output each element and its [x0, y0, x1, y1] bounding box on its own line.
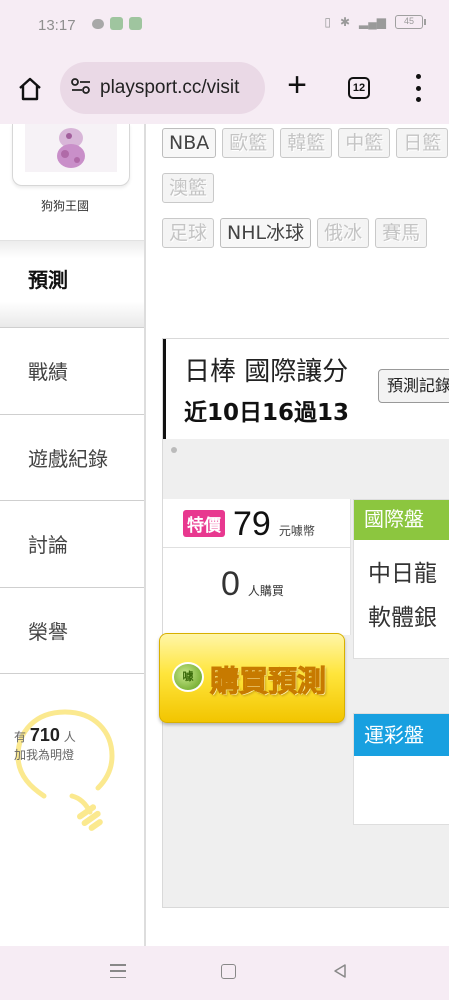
url-text[interactable]: playsport.cc/visit — [100, 77, 239, 99]
plus-icon[interactable]: + — [283, 68, 311, 102]
tag-japan-basketball[interactable]: 日籃 — [396, 128, 449, 158]
system-icons: ▯ ✱ ▂▄▆ 45 — [324, 15, 426, 29]
sidebar-item-label: 榮譽 — [28, 619, 68, 644]
prediction-title: 日棒 國際讓分 — [184, 357, 349, 387]
price-unit: 元噱幣 — [278, 524, 315, 538]
divider — [163, 547, 351, 548]
home-nav-icon[interactable] — [221, 964, 236, 979]
tag-russia-hockey[interactable]: 俄冰 — [317, 218, 370, 248]
tag-soccer[interactable]: 足球 — [162, 218, 215, 248]
home-icon[interactable] — [15, 74, 45, 104]
tag-china-basketball[interactable]: 中籃 — [338, 128, 391, 158]
price-value: 79 — [233, 505, 271, 543]
brand-logo-icon: 噱 — [172, 662, 204, 692]
back-icon[interactable] — [332, 963, 348, 979]
lamp-count[interactable]: 有 710 人 加我為明燈 — [14, 726, 114, 764]
profile-name[interactable]: 狗狗王國 — [0, 197, 130, 214]
more-menu-icon[interactable] — [412, 74, 424, 102]
intl-odds-teams: 中日龍 軟體銀 — [368, 552, 437, 640]
status-time: 13:17 — [38, 17, 76, 34]
intl-odds-card[interactable]: 國際盤 中日龍 軟體銀 — [353, 499, 449, 659]
tag-nhl[interactable]: NHL冰球 — [220, 218, 312, 248]
sidebar-menu: 預測 戰績 遊戲紀錄 討論 榮譽 — [0, 240, 146, 674]
prediction-history-button[interactable]: 預測記錄 — [378, 369, 449, 403]
intl-odds-header: 國際盤 — [354, 500, 449, 540]
sidebar-item-label: 討論 — [28, 533, 68, 558]
prediction-record: 近10日16過13 — [184, 400, 350, 426]
sidebar-item-label: 遊戲紀錄 — [28, 446, 108, 471]
buy-prediction-label: 購買預測 — [209, 664, 327, 699]
vibrate-icon: ▯ — [324, 15, 331, 29]
sidebar-item-game-history[interactable]: 遊戲紀錄 — [0, 415, 144, 501]
buyers-unit: 人購買 — [247, 584, 284, 598]
profile-card[interactable] — [12, 124, 130, 186]
tag-korea-basketball[interactable]: 韓籃 — [280, 128, 333, 158]
tag-horse-racing[interactable]: 賽馬 — [375, 218, 428, 248]
special-badge: 特價 — [183, 510, 225, 537]
site-settings-icon[interactable] — [70, 77, 92, 99]
recents-icon[interactable] — [110, 964, 126, 978]
lamp-suffix: 人 — [63, 730, 76, 744]
sidebar-item-record[interactable]: 戰績 — [0, 328, 144, 415]
app-notification-icon — [110, 17, 123, 30]
notification-icons — [92, 17, 142, 30]
tag-euro-basketball[interactable]: 歐籃 — [222, 128, 275, 158]
lightbulb-icon[interactable] — [10, 704, 120, 834]
bullet-dot — [171, 447, 177, 453]
league-tags-row-2: 澳籃 — [162, 173, 215, 203]
app-notification-icon — [129, 17, 142, 30]
buy-prediction-button[interactable]: 噱 購買預測 — [159, 633, 345, 723]
tag-nba[interactable]: NBA — [162, 128, 217, 158]
sidebar-item-discussion[interactable]: 討論 — [0, 501, 144, 588]
price-row: 特價 79 元噱幣 — [183, 505, 315, 544]
prediction-panel: 日棒 國際讓分 近10日16過13 預測記錄 特價 79 元噱幣 0 人購買 噱 — [159, 338, 449, 908]
league-tags-row-3: 足球 NHL冰球 俄冰 賽馬 — [162, 218, 428, 248]
screen: { "status_bar": { "time": "13:17", "batt… — [0, 0, 449, 1000]
sidebar-item-label: 預測 — [28, 267, 68, 292]
avatar[interactable] — [25, 124, 117, 172]
prediction-header: 日棒 國際讓分 近10日16過13 預測記錄 — [163, 339, 449, 439]
main-content: NBA 歐籃 韓籃 中籃 日籃 澳籃 足球 NHL冰球 俄冰 賽馬 日棒 國際讓… — [146, 124, 449, 946]
battery-icon: 45 — [395, 15, 426, 29]
browser-toolbar: playsport.cc/visit + 12 — [0, 52, 449, 124]
chat-notification-icon — [92, 18, 104, 29]
lottery-odds-header: 運彩盤 — [354, 714, 449, 756]
lamp-prefix: 有 — [14, 730, 27, 744]
lamp-caption: 加我為明燈 — [14, 748, 75, 762]
tag-australia-basketball[interactable]: 澳籃 — [162, 173, 215, 203]
league-tags-row-1: NBA 歐籃 韓籃 中籃 日籃 — [162, 128, 449, 158]
buyers-count: 0 — [221, 565, 240, 603]
system-nav-bar — [0, 946, 449, 1000]
address-bar[interactable]: playsport.cc/visit — [60, 62, 265, 114]
sidebar-item-honors[interactable]: 榮譽 — [0, 588, 144, 674]
tabs-icon[interactable]: 12 — [348, 77, 370, 99]
team-1: 中日龍 — [368, 561, 437, 587]
lamp-count-number: 710 — [29, 725, 60, 745]
team-2: 軟體銀 — [368, 605, 437, 631]
lottery-odds-card[interactable]: 運彩盤 — [353, 713, 449, 825]
sidebar: 狗狗王國 預測 戰績 遊戲紀錄 討論 榮譽 有 710 人 加我為明燈 — [0, 124, 146, 946]
bluetooth-icon: ✱ — [339, 15, 351, 29]
sidebar-item-predictions[interactable]: 預測 — [0, 240, 144, 328]
sidebar-item-label: 戰績 — [28, 360, 68, 385]
buyers-row: 0 人購買 — [221, 565, 284, 604]
price-box: 特價 79 元噱幣 0 人購買 — [163, 499, 351, 635]
status-bar: 13:17 ▯ ✱ ▂▄▆ 45 — [0, 0, 449, 52]
signal-icon: ▂▄▆ — [359, 15, 386, 29]
